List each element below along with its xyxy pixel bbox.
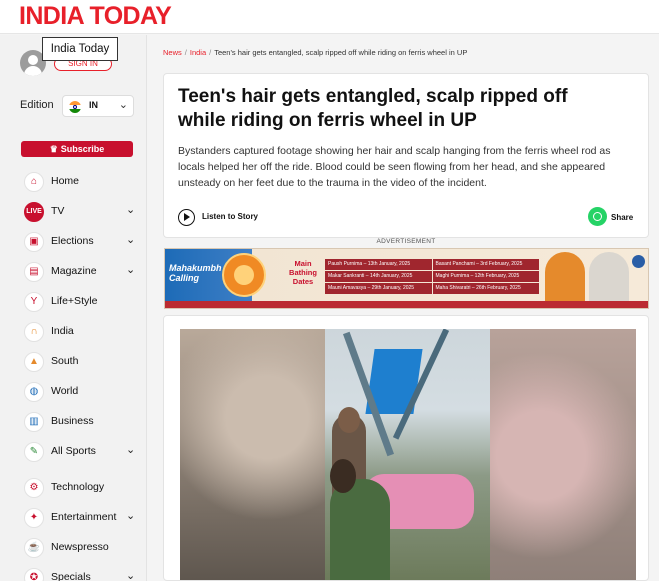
banner-portrait-1 bbox=[545, 252, 585, 306]
banner-date: Basant Panchami – 3rd February, 2025 bbox=[432, 259, 539, 270]
edition-dropdown[interactable]: IN ⌄ bbox=[62, 95, 134, 117]
chevron-down-icon[interactable]: ⌄ bbox=[126, 263, 135, 276]
sidebar-item-home[interactable]: ⌂ Home bbox=[0, 167, 147, 197]
sidebar-item-elections[interactable]: ▣ Elections ⌄ bbox=[0, 227, 147, 257]
sidebar-item-technology[interactable]: ⚙ Technology bbox=[0, 473, 147, 503]
sidebar-item-newspresso[interactable]: ☕ Newspresso bbox=[0, 533, 147, 563]
whatsapp-icon bbox=[588, 207, 607, 226]
sidebar-item-label: Elections bbox=[51, 235, 94, 247]
breadcrumb-current: Teen's hair gets entangled, scalp ripped… bbox=[214, 48, 468, 57]
india-today-logo[interactable]: INDIA TODAY bbox=[19, 1, 172, 31]
india-flag-icon bbox=[69, 101, 81, 113]
chevron-down-icon[interactable]: ⌄ bbox=[126, 443, 135, 456]
advertisement-banner[interactable]: Mahakumbh Calling Main Bathing Dates Pau… bbox=[164, 248, 649, 309]
temple-icon: ▲ bbox=[24, 352, 44, 372]
sidebar-item-label: TV bbox=[51, 205, 65, 217]
coffee-icon: ☕ bbox=[24, 538, 44, 558]
share-button[interactable]: Share bbox=[588, 207, 638, 227]
main-content: News / India / Teen's hair gets entangled, s… bbox=[148, 35, 659, 581]
sidebar-item-magazine[interactable]: ▤ Magazine ⌄ bbox=[0, 257, 147, 287]
sidebar-item-label: World bbox=[51, 385, 79, 397]
chevron-down-icon[interactable]: ⌄ bbox=[126, 233, 135, 246]
sidebar-item-label: Entertainment bbox=[51, 511, 117, 523]
article-media-card bbox=[163, 315, 649, 581]
star-icon: ✪ bbox=[24, 568, 44, 581]
sports-icon: ✎ bbox=[24, 442, 44, 462]
india-gate-icon: ∩ bbox=[24, 322, 44, 342]
banner-date: Paush Purnima – 13th January, 2025 bbox=[325, 259, 432, 270]
article-header-card: Teen's hair gets entangled, scalp ripped… bbox=[163, 73, 649, 238]
listen-label: Listen to Story bbox=[202, 212, 259, 221]
banner-date: Maha Shivaratri – 26th February, 2025 bbox=[432, 283, 539, 294]
cocktail-icon: Y bbox=[24, 292, 44, 312]
breadcrumb-news[interactable]: News bbox=[163, 48, 182, 57]
chart-icon: ▥ bbox=[24, 412, 44, 432]
sidebar-item-label: Business bbox=[51, 415, 94, 427]
chevron-down-icon[interactable]: ⌄ bbox=[126, 203, 135, 216]
banner-portrait-2 bbox=[589, 252, 629, 306]
sidebar-item-south[interactable]: ▲ South bbox=[0, 347, 147, 377]
sidebar-item-label: Home bbox=[51, 175, 80, 187]
advertisement-label: ADVERTISEMENT bbox=[376, 238, 436, 245]
sidebar-item-label: Newspresso bbox=[51, 541, 109, 553]
chip-icon: ⚙ bbox=[24, 478, 44, 498]
sidebar-item-all-sports[interactable]: ✎ All Sports ⌄ bbox=[0, 437, 147, 467]
article-video-thumbnail[interactable] bbox=[180, 329, 636, 580]
banner-date: Maghi Purnima – 12th February, 2025 bbox=[432, 271, 539, 282]
sidebar-item-label: Technology bbox=[51, 481, 105, 493]
article-headline: Teen's hair gets entangled, scalp ripped… bbox=[178, 86, 568, 131]
ballot-icon: ▣ bbox=[24, 232, 44, 252]
sidebar-item-label: Magazine bbox=[51, 265, 97, 277]
sidebar: SIGN IN India Today Edition IN ⌄ ♛ Subscr… bbox=[0, 35, 147, 581]
crown-icon: ♛ bbox=[49, 144, 58, 154]
sidebar-item-label: Specials bbox=[51, 571, 91, 581]
magazine-icon: ▤ bbox=[24, 262, 44, 282]
live-tv-icon: LIVE bbox=[24, 202, 44, 222]
sidebar-item-label: Life+Style bbox=[51, 295, 98, 307]
chevron-down-icon[interactable]: ⌄ bbox=[126, 569, 135, 581]
breadcrumb-separator: / bbox=[184, 48, 187, 57]
edition-label: Edition bbox=[20, 99, 54, 111]
chevron-down-icon[interactable]: ⌄ bbox=[126, 509, 135, 522]
play-icon bbox=[178, 209, 195, 226]
subscribe-button[interactable]: ♛ Subscribe bbox=[21, 141, 133, 157]
sidebar-item-label: India bbox=[51, 325, 74, 337]
banner-date: Mauni Amavasya – 29th January, 2025 bbox=[325, 283, 432, 294]
share-label: Share bbox=[611, 213, 634, 222]
edition-value: IN bbox=[89, 100, 98, 110]
sidebar-item-label: South bbox=[51, 355, 79, 367]
tooltip: India Today bbox=[42, 37, 118, 61]
chevron-down-icon: ⌄ bbox=[118, 99, 128, 111]
sidebar-item-india[interactable]: ∩ India bbox=[0, 317, 147, 347]
sidebar-item-world[interactable]: ◍ World bbox=[0, 377, 147, 407]
home-icon: ⌂ bbox=[24, 172, 44, 192]
top-header: INDIA TODAY bbox=[0, 0, 659, 34]
sidebar-item-entertainment[interactable]: ✦ Entertainment ⌄ bbox=[0, 503, 147, 533]
film-icon: ✦ bbox=[24, 508, 44, 528]
breadcrumb-india[interactable]: India bbox=[190, 48, 206, 57]
government-emblem-icon bbox=[632, 255, 645, 268]
breadcrumb: News / India / Teen's hair gets entangled, s… bbox=[163, 48, 467, 57]
sidebar-item-label: All Sports bbox=[51, 445, 96, 457]
globe-icon: ◍ bbox=[24, 382, 44, 402]
mahakumbh-seal-icon bbox=[222, 253, 266, 297]
banner-dates-table: Paush Purnima – 13th January, 2025 Basant… bbox=[325, 259, 540, 295]
sidebar-item-tv[interactable]: LIVE TV ⌄ bbox=[0, 197, 147, 227]
banner-footer-strip bbox=[165, 301, 648, 308]
banner-date: Makar Sankranti – 14th January, 2025 bbox=[325, 271, 432, 282]
sidebar-item-business[interactable]: ▥ Business bbox=[0, 407, 147, 437]
sidebar-item-specials[interactable]: ✪ Specials ⌄ bbox=[0, 563, 147, 581]
article-summary: Bystanders captured footage showing her … bbox=[178, 145, 611, 189]
sidebar-item-lifestyle[interactable]: Y Life+Style bbox=[0, 287, 147, 317]
banner-bathing-dates: Main Bathing Dates bbox=[289, 259, 317, 286]
subscribe-label: Subscribe bbox=[60, 144, 105, 154]
breadcrumb-separator: / bbox=[209, 48, 212, 57]
banner-title: Mahakumbh Calling bbox=[169, 263, 222, 283]
